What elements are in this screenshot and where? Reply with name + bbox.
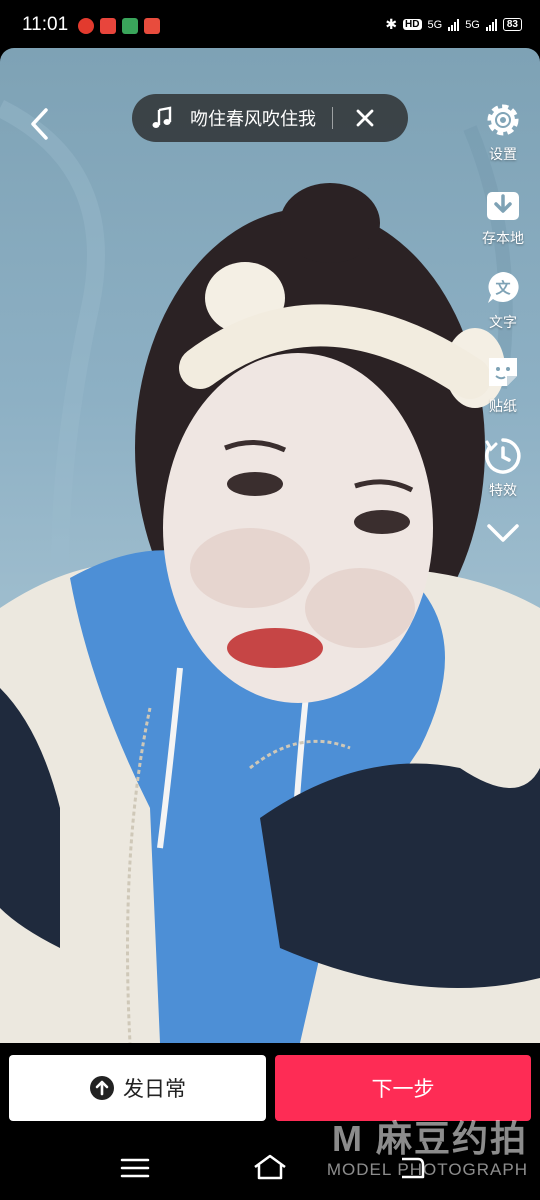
tool-label: 存本地 <box>482 231 524 247</box>
photo-image <box>0 99 540 1043</box>
home-icon[interactable] <box>252 1153 288 1181</box>
tool-label: 贴纸 <box>489 399 517 415</box>
status-app-icons <box>78 18 160 34</box>
tool-settings[interactable]: 设置 <box>483 100 523 164</box>
bluetooth-icon: ✱ <box>385 16 398 32</box>
watermark: M 麻豆约拍 MODEL PHOTOGRAPH <box>327 1110 528 1180</box>
menu-icon[interactable] <box>120 1157 150 1179</box>
status-time: 11:01 <box>22 14 69 35</box>
status-indicators: ✱ HD 5G 5G 83 <box>385 16 522 33</box>
chevron-down-icon[interactable] <box>483 518 523 548</box>
status-bar: 11:01 ✱ HD 5G 5G 83 <box>0 0 540 52</box>
svg-text:文: 文 <box>495 279 511 297</box>
download-icon <box>487 192 519 220</box>
app-notification-icon <box>144 18 160 34</box>
signal-icon <box>485 18 497 31</box>
editing-tools: 设置 存本地 文 文字 贴纸 特效 <box>474 100 532 548</box>
tool-label: 设置 <box>489 147 517 163</box>
music-note-icon <box>152 106 172 128</box>
app-notification-icon <box>100 18 116 34</box>
watermark-tagline: MODEL PHOTOGRAPH <box>326 1160 528 1179</box>
network-label: 5G <box>465 18 480 31</box>
tool-save-local[interactable]: 存本地 <box>482 184 524 248</box>
tool-sticker[interactable]: 贴纸 <box>483 352 523 416</box>
music-title: 吻住春风吹住我 <box>190 109 316 130</box>
hd-badge: HD <box>403 19 422 30</box>
upload-icon <box>90 1076 114 1100</box>
tool-effects[interactable]: 特效 <box>483 436 523 500</box>
close-icon[interactable] <box>355 108 375 128</box>
gear-icon <box>487 104 519 136</box>
app-notification-icon <box>122 18 138 34</box>
app-notification-icon <box>78 18 94 34</box>
signal-icon <box>448 18 460 31</box>
effects-icon <box>485 438 521 474</box>
network-label: 5G <box>427 18 443 31</box>
battery-icon: 83 <box>502 18 522 31</box>
watermark-brand: M 麻豆约拍 <box>332 1118 528 1159</box>
tool-label: 文字 <box>489 315 517 331</box>
back-button[interactable] <box>22 104 58 144</box>
sticker-icon <box>489 358 517 386</box>
chevron-left-icon <box>31 108 48 140</box>
text-icon: 文 <box>488 272 519 303</box>
post-daily-button[interactable]: 发日常 <box>9 1055 266 1121</box>
tool-label: 特效 <box>489 483 517 499</box>
post-daily-label: 发日常 <box>123 1077 186 1101</box>
tool-text[interactable]: 文 文字 <box>483 268 523 332</box>
camera-preview[interactable]: 吻住春风吹住我 设置 存本地 文 文字 贴纸 特效 <box>0 48 540 1043</box>
pill-divider <box>332 107 333 129</box>
music-selector[interactable]: 吻住春风吹住我 <box>132 94 408 142</box>
next-step-label: 下一步 <box>371 1077 435 1101</box>
